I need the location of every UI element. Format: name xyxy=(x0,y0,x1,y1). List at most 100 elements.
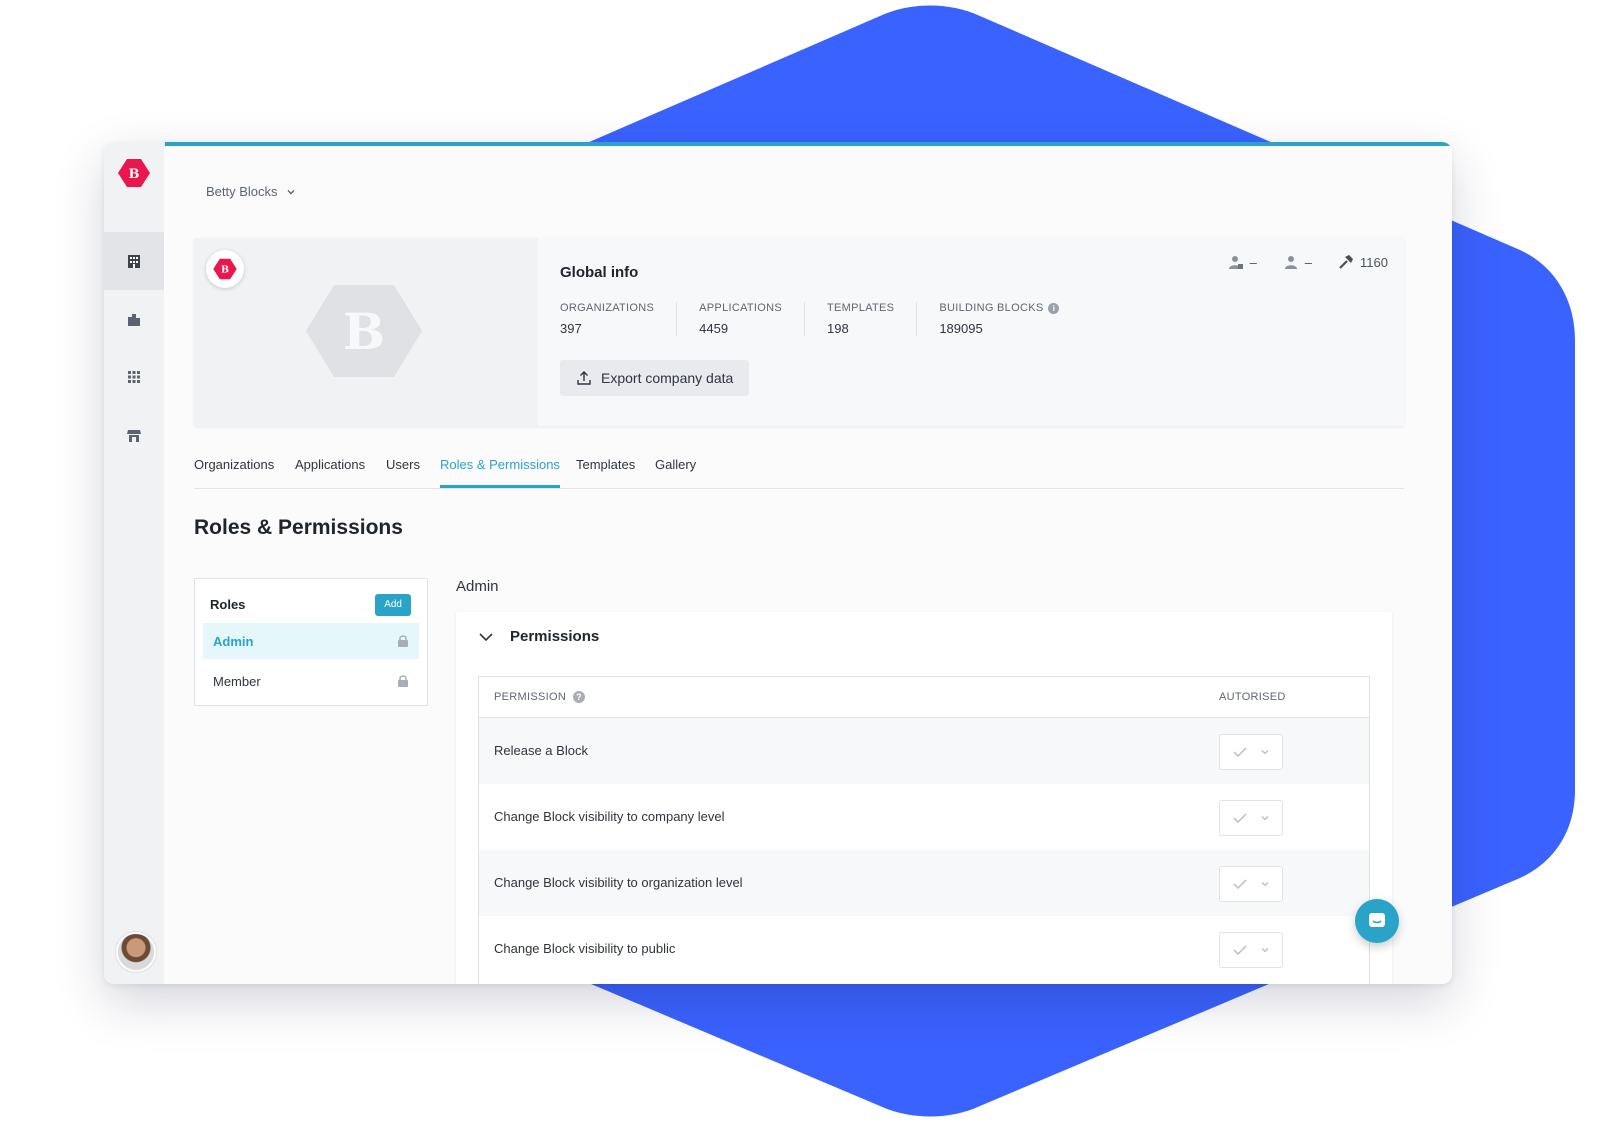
tab-label: Users xyxy=(386,457,420,472)
users-counter: – xyxy=(1283,254,1312,270)
chevron-down-icon xyxy=(479,632,493,641)
tab-applications[interactable]: Applications xyxy=(295,452,365,488)
roles-panel: Roles Add Admin Member xyxy=(194,578,428,706)
page-title: Roles & Permissions xyxy=(194,516,403,539)
chevron-down-icon xyxy=(1261,948,1269,953)
rail-item-organizations[interactable] xyxy=(104,290,164,348)
authorised-select[interactable] xyxy=(1219,932,1283,968)
stat-value: 4459 xyxy=(699,321,729,336)
role-label: Member xyxy=(213,673,261,689)
permissions-toggle[interactable]: Permissions xyxy=(478,628,599,645)
counters: – – 1160 xyxy=(1228,254,1388,270)
upload-icon xyxy=(577,371,591,385)
selected-role-title: Admin xyxy=(456,578,499,595)
betty-blocks-badge-icon: B xyxy=(213,258,237,280)
table-row: Change Block visibility to organization … xyxy=(479,850,1369,916)
builder-user-icon xyxy=(1228,256,1243,269)
svg-text:B: B xyxy=(343,302,385,361)
tab-label: Templates xyxy=(576,457,636,472)
global-info-title: Global info xyxy=(560,264,639,281)
stat-label: ORGANIZATIONS xyxy=(560,302,655,314)
permissions-table: PERMISSION ? AUTORISED Release a Block C… xyxy=(478,676,1370,984)
rail-item-companies[interactable] xyxy=(104,232,164,290)
tab-users[interactable]: Users xyxy=(386,452,420,488)
role-item-admin[interactable]: Admin xyxy=(203,623,419,659)
roles-title: Roles xyxy=(210,597,246,612)
tab-label: Applications xyxy=(295,457,366,472)
check-icon xyxy=(1233,813,1247,824)
stat-applications: APPLICATIONS 4459 xyxy=(699,302,806,336)
permission-label: Change Block visibility to public xyxy=(494,941,676,956)
builder-users-counter: – xyxy=(1228,254,1257,270)
company-switcher[interactable]: Betty Blocks xyxy=(206,184,296,199)
export-company-data-button[interactable]: Export company data xyxy=(560,360,750,396)
user-avatar[interactable] xyxy=(116,932,156,972)
tab-templates[interactable]: Templates xyxy=(576,452,635,488)
authorised-select[interactable] xyxy=(1219,800,1283,836)
blocks-counter: 1160 xyxy=(1338,254,1388,270)
stat-building-blocks: BUILDING BLOCKS i 189095 xyxy=(939,302,1081,336)
stat-label: BUILDING BLOCKS xyxy=(939,302,1044,314)
company-badge: B xyxy=(206,250,244,288)
chevron-down-icon xyxy=(1261,816,1269,821)
stat-value: 189095 xyxy=(939,321,983,336)
table-row: Change Block visibility to company level xyxy=(479,784,1369,850)
company-logo-panel: B B xyxy=(194,238,538,426)
table-header: PERMISSION ? AUTORISED xyxy=(479,677,1369,718)
stat-label: APPLICATIONS xyxy=(699,302,783,314)
chevron-down-icon xyxy=(1261,750,1269,755)
chevron-down-icon xyxy=(1261,882,1269,887)
stat-value: 397 xyxy=(560,321,582,336)
builder-users-value: – xyxy=(1249,254,1257,270)
store-icon xyxy=(127,430,141,442)
column-label: PERMISSION xyxy=(494,691,567,703)
rail-item-store[interactable] xyxy=(104,406,164,464)
check-icon xyxy=(1233,747,1247,758)
global-info-card: B B Global info – – 1160 ORGANIZATIONS 3… xyxy=(194,238,1404,426)
betty-blocks-logo-icon[interactable]: B xyxy=(117,158,151,188)
add-role-button[interactable]: Add xyxy=(375,594,411,616)
apps-grid-icon xyxy=(128,371,140,383)
authorised-select[interactable] xyxy=(1219,734,1283,770)
info-icon[interactable]: i xyxy=(1048,302,1060,314)
icon-rail: B xyxy=(104,142,165,984)
chevron-down-icon xyxy=(287,189,295,194)
stats-row: ORGANIZATIONS 397 APPLICATIONS 4459 TEMP… xyxy=(560,302,1103,336)
column-header-authorised: AUTORISED xyxy=(1219,691,1286,703)
tab-organizations[interactable]: Organizations xyxy=(194,452,274,488)
permissions-card: Permissions PERMISSION ? AUTORISED Relea… xyxy=(456,612,1392,984)
main-content: Betty Blocks B B Global info – – 1160 OR… xyxy=(164,146,1452,984)
help-icon[interactable]: ? xyxy=(573,691,586,703)
building-icon xyxy=(128,255,140,268)
tab-label: Roles & Permissions xyxy=(440,457,560,472)
app-window: B Betty Blocks B B Global info – – 1160 … xyxy=(104,142,1452,984)
check-icon xyxy=(1233,945,1247,956)
tab-gallery[interactable]: Gallery xyxy=(655,452,696,488)
authorised-select[interactable] xyxy=(1219,866,1283,902)
stat-organizations: ORGANIZATIONS 397 xyxy=(560,302,678,336)
table-body: Release a Block Change Block visibility … xyxy=(479,718,1369,982)
chat-launcher-button[interactable] xyxy=(1355,899,1399,943)
rail-item-applications[interactable] xyxy=(104,348,164,406)
company-placeholder-logo-icon: B xyxy=(306,285,422,377)
users-value: – xyxy=(1304,254,1313,270)
role-label: Admin xyxy=(213,633,254,649)
role-item-member[interactable]: Member xyxy=(203,663,419,699)
stat-label: TEMPLATES xyxy=(827,302,895,314)
tab-roles-permissions[interactable]: Roles & Permissions xyxy=(440,452,560,488)
permission-label: Release a Block xyxy=(494,743,588,758)
permission-label: Change Block visibility to organization … xyxy=(494,875,743,890)
permission-label: Change Block visibility to company level xyxy=(494,809,725,824)
stat-value: 198 xyxy=(827,321,849,336)
export-label: Export company data xyxy=(601,370,734,386)
tab-label: Organizations xyxy=(194,457,275,472)
permissions-title: Permissions xyxy=(510,628,600,645)
tab-label: Gallery xyxy=(655,457,697,472)
user-icon xyxy=(1284,256,1297,269)
lock-icon xyxy=(398,635,408,647)
company-name: Betty Blocks xyxy=(206,184,278,199)
hammer-icon xyxy=(1339,255,1354,269)
stat-label-wrap: BUILDING BLOCKS i xyxy=(939,302,1060,314)
tab-bar: Organizations Applications Users Roles &… xyxy=(194,452,1404,489)
chat-icon xyxy=(1369,913,1385,927)
